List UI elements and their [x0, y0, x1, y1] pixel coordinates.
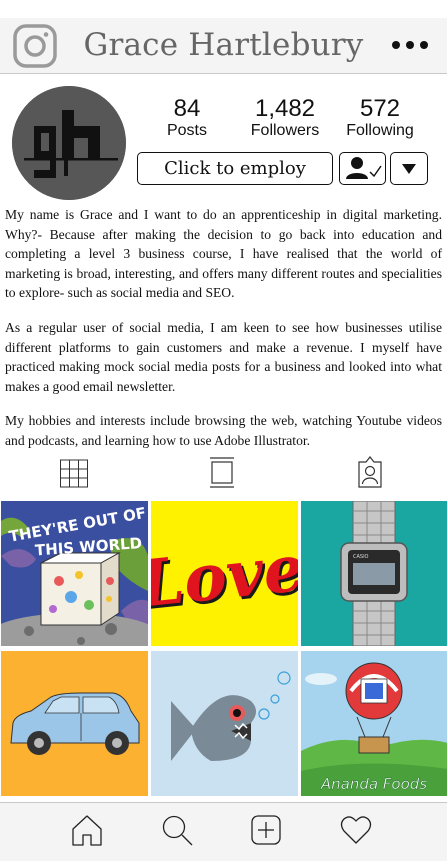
svg-text:CASIO: CASIO: [353, 554, 369, 560]
status-bar-space: [0, 0, 447, 18]
bottom-navigation: [0, 802, 447, 861]
gh-logo: [12, 86, 126, 200]
post-car[interactable]: [1, 651, 148, 796]
page-title: Grace Hartlebury: [83, 27, 364, 63]
post-fish[interactable]: [151, 651, 298, 796]
home-icon[interactable]: [70, 813, 104, 847]
posts-stat[interactable]: 84 Posts: [148, 96, 226, 140]
profile-header: Grace Hartlebury: [0, 18, 447, 74]
heart-icon[interactable]: [339, 813, 373, 847]
posts-grid: THEY'RE OUT OF THIS WORLD Love Love CASI…: [0, 500, 447, 797]
following-count: 572: [359, 95, 401, 122]
dot: [406, 41, 414, 49]
search-icon[interactable]: [160, 813, 194, 847]
followers-stat[interactable]: 1,482 Followers: [238, 96, 332, 140]
post-love[interactable]: Love Love: [151, 501, 298, 646]
profile-stats: 84 Posts 1,482 Followers 572 Following: [140, 96, 440, 146]
bio-paragraph: As a regular user of social media, I am …: [5, 319, 442, 394]
employ-button[interactable]: Click to employ: [137, 152, 333, 185]
chevron-down-icon: [402, 164, 416, 174]
more-options-icon[interactable]: [392, 38, 428, 52]
following-label: Following: [346, 122, 414, 139]
posts-label: Posts: [166, 122, 207, 139]
grid-icon[interactable]: [59, 456, 89, 488]
followers-count: 1,482: [254, 95, 316, 122]
tagged-icon[interactable]: [355, 456, 385, 488]
profile-tabs: [0, 456, 447, 492]
bio-paragraph: My name is Grace and I want to do an app…: [5, 207, 442, 301]
instagram-camera-icon[interactable]: [13, 24, 57, 68]
post-ananda-foods[interactable]: Ananda Foods: [301, 651, 447, 796]
dot: [420, 41, 428, 49]
post-watch[interactable]: CASIO: [301, 501, 447, 646]
add-post-icon[interactable]: [249, 813, 283, 847]
dot: [392, 41, 400, 49]
bio-paragraph: My hobbies and interests include browsin…: [5, 413, 442, 448]
avatar[interactable]: [12, 86, 126, 200]
svg-text:Ananda Foods: Ananda Foods: [320, 775, 427, 793]
following-button[interactable]: [339, 152, 386, 185]
post-out-of-this-world[interactable]: THEY'RE OUT OF THIS WORLD: [1, 501, 148, 646]
bio-text: My name is Grace and I want to do an app…: [5, 205, 442, 466]
feed-icon[interactable]: [207, 456, 237, 488]
following-stat[interactable]: 572 Following: [338, 96, 422, 140]
posts-count: 84: [173, 95, 201, 122]
suggestions-dropdown-button[interactable]: [390, 152, 428, 185]
following-user-check-icon: [346, 157, 382, 179]
followers-label: Followers: [250, 122, 320, 139]
